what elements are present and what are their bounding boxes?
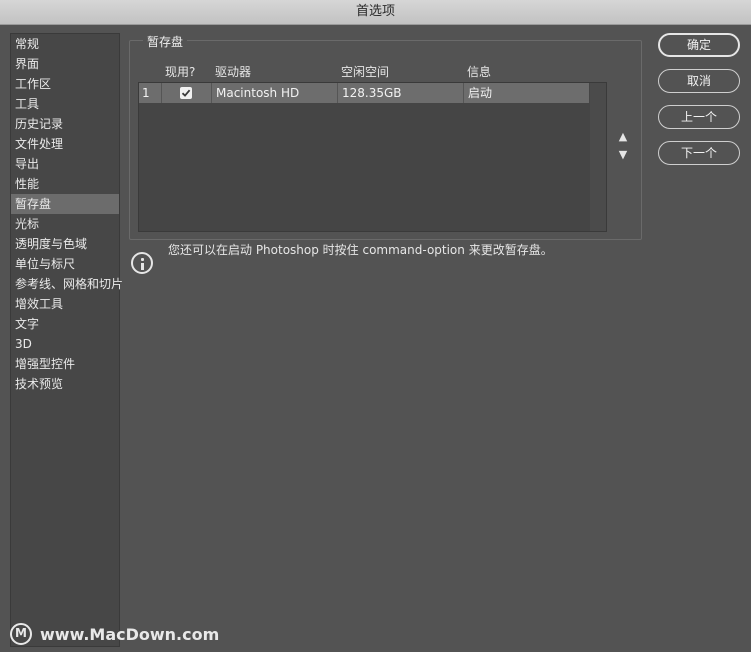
sidebar-item-enhanced-controls[interactable]: 增强型控件 [11,354,119,374]
column-header-free-space: 空闲空间 [341,65,390,79]
table-scroll-area[interactable] [590,83,606,231]
sidebar-item-plugins[interactable]: 增效工具 [11,294,119,314]
column-header-drive: 驱动器 [215,65,252,79]
free-space-value: 128.35GB [338,83,464,103]
checkmark-icon [181,89,191,97]
info-value: 启动 [468,86,493,100]
scratch-disks-table: 现用? 驱动器 空闲空间 信息 1 Macintosh HD 128.35GB … [138,60,607,232]
sidebar-item-history[interactable]: 历史记录 [11,114,119,134]
sidebar-item-guides-grid[interactable]: 参考线、网格和切片 [11,274,123,294]
table-header: 现用? 驱动器 空闲空间 信息 [138,60,605,80]
sidebar-item-workspace[interactable]: 工作区 [11,74,119,94]
watermark-text: www.MacDown.com [40,624,220,644]
sidebar-item-tech-preview[interactable]: 技术预览 [11,374,119,394]
sidebar-item-file-handling[interactable]: 文件处理 [11,134,119,154]
sidebar-item-scratch-disks[interactable]: 暂存盘 [11,194,119,214]
sidebar-item-tools[interactable]: 工具 [11,94,119,114]
move-down-arrow-icon[interactable]: ▼ [617,149,629,161]
scratch-hint-text: 您还可以在启动 Photoshop 时按住 command-option 来更改… [168,243,553,257]
row-index: 1 [139,83,162,103]
sidebar-item-cursors[interactable]: 光标 [11,214,119,234]
preferences-sidebar: 常规 界面 工作区 工具 历史记录 文件处理 导出 性能 暂存盘 光标 透明度与… [10,33,123,647]
cancel-button[interactable]: 取消 [658,69,740,93]
previous-button[interactable]: 上一个 [658,105,740,129]
drive-name: Macintosh HD [212,83,338,103]
sidebar-item-transparency[interactable]: 透明度与色域 [11,234,119,254]
sidebar-item-units-rulers[interactable]: 单位与标尺 [11,254,119,274]
group-title: 暂存盘 [143,33,188,50]
table-row[interactable]: 1 Macintosh HD 128.35GB 启动 [139,83,589,103]
watermark: M www.MacDown.com [10,622,219,646]
macdown-logo-icon: M [10,623,32,645]
column-header-info: 信息 [467,65,492,79]
sidebar-item-export[interactable]: 导出 [11,154,119,174]
table-body: 1 Macintosh HD 128.35GB 启动 [138,82,607,232]
sidebar-item-type[interactable]: 文字 [11,314,119,334]
sidebar-item-performance[interactable]: 性能 [11,174,119,194]
sidebar-item-3d[interactable]: 3D [11,334,119,354]
sidebar-item-general[interactable]: 常规 [11,34,119,54]
next-button[interactable]: 下一个 [658,141,740,165]
ok-button[interactable]: 确定 [658,33,740,57]
info-icon [131,252,153,274]
active-checkbox[interactable] [180,87,192,99]
move-up-arrow-icon[interactable]: ▲ [617,131,629,143]
sidebar-item-interface[interactable]: 界面 [11,54,119,74]
window-title: 首选项 [0,0,751,25]
column-header-active: 现用? [165,65,196,79]
